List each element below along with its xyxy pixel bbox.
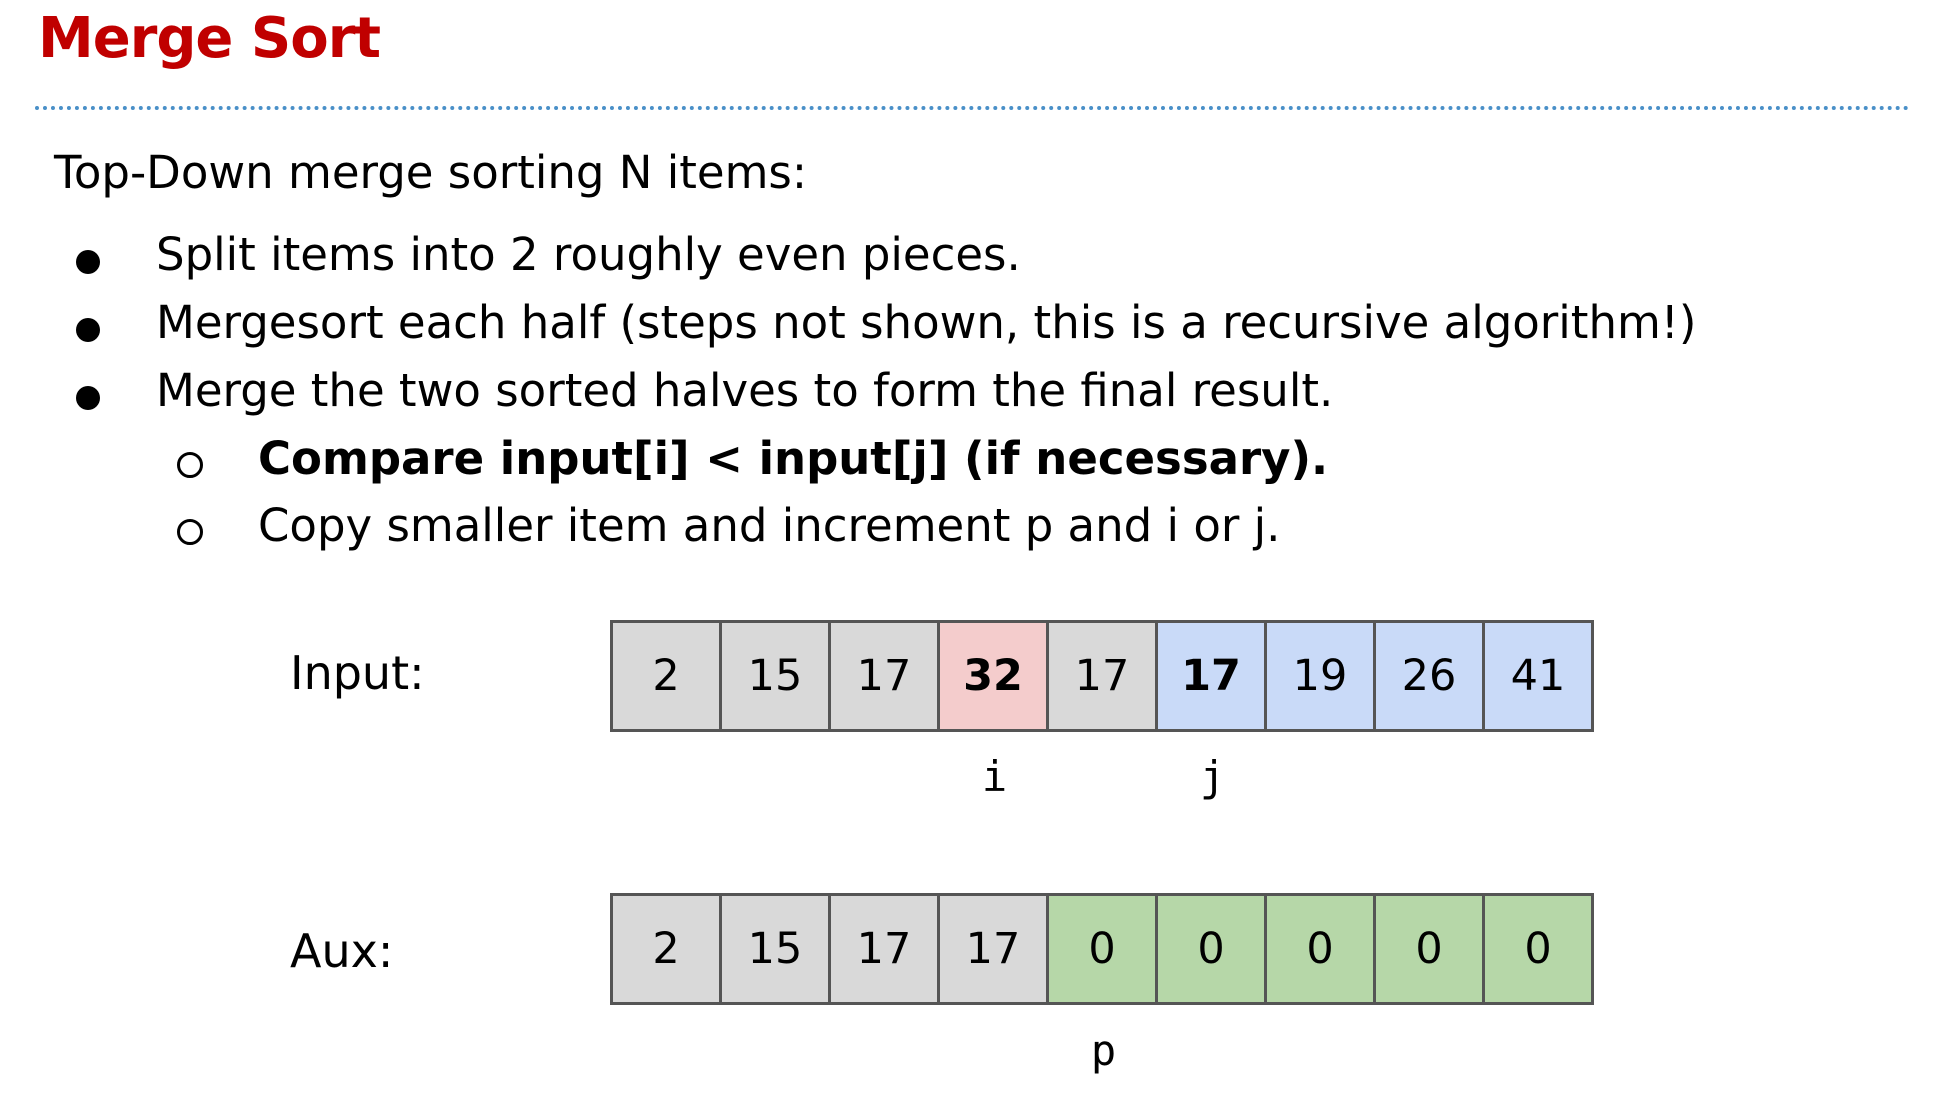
input-array: 2 15 17 32 17 17 19 26 41: [610, 620, 1594, 732]
sub-bullet-text: Copy smaller item and increment p and i …: [258, 499, 1281, 552]
sub-bullet-circle-icon: [177, 452, 203, 478]
array-cell: 0: [1049, 896, 1158, 1002]
pointer-label-i: i: [981, 752, 1008, 801]
bullet-disc-icon: [76, 386, 100, 410]
title-divider: [35, 106, 1910, 110]
bullet-text: Mergesort each half (steps not shown, th…: [156, 296, 1697, 349]
array-cell: 15: [722, 896, 831, 1002]
bullet-disc-icon: [76, 318, 100, 342]
aux-array: 2 15 17 17 0 0 0 0 0: [610, 893, 1594, 1005]
input-label: Input:: [290, 646, 425, 700]
array-cell: 0: [1158, 896, 1267, 1002]
slide-title: Merge Sort: [38, 6, 381, 71]
array-cell: 15: [722, 623, 831, 729]
pointer-label-p: p: [1090, 1026, 1117, 1075]
bullet-text: Merge the two sorted halves to form the …: [156, 364, 1334, 417]
array-cell: 0: [1485, 896, 1591, 1002]
array-cell: 0: [1376, 896, 1485, 1002]
array-cell: 17: [831, 896, 940, 1002]
array-cell: 17: [1049, 623, 1158, 729]
array-cell: 0: [1267, 896, 1376, 1002]
sub-bullet-circle-icon: [177, 519, 203, 545]
array-cell: 17: [1158, 623, 1267, 729]
array-cell: 32: [940, 623, 1049, 729]
array-cell: 17: [831, 623, 940, 729]
pointer-label-j: j: [1199, 752, 1226, 801]
intro-text: Top-Down merge sorting N items:: [54, 146, 808, 199]
sub-bullet-text: Compare input[i] < input[j] (if necessar…: [258, 432, 1329, 485]
array-cell: 19: [1267, 623, 1376, 729]
array-cell: 41: [1485, 623, 1591, 729]
bullet-disc-icon: [76, 250, 100, 274]
aux-label: Aux:: [290, 924, 394, 978]
array-cell: 26: [1376, 623, 1485, 729]
array-cell: 2: [613, 896, 722, 1002]
bullet-text: Split items into 2 roughly even pieces.: [156, 228, 1021, 281]
array-cell: 17: [940, 896, 1049, 1002]
array-cell: 2: [613, 623, 722, 729]
